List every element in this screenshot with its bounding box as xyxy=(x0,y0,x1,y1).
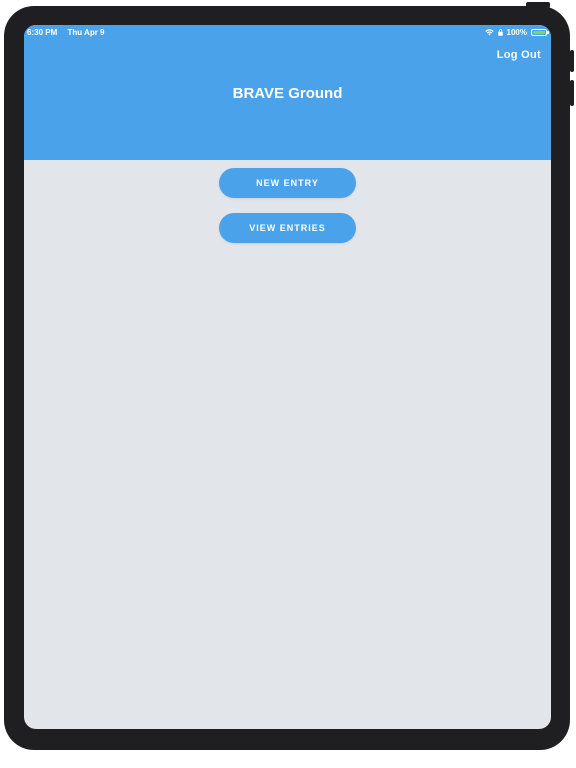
battery-percentage: 100% xyxy=(506,28,527,37)
volume-down-hardware-button xyxy=(570,80,574,106)
app-screen: 6:30 PM Thu Apr 9 100% Log Out BRAVE Gro… xyxy=(24,25,551,729)
view-entries-button[interactable]: VIEW ENTRIES xyxy=(219,213,356,243)
status-time: 6:30 PM xyxy=(27,28,58,37)
page-title: BRAVE Ground xyxy=(232,85,343,102)
wifi-icon xyxy=(484,29,494,36)
battery-nub xyxy=(547,31,549,34)
status-bar: 6:30 PM Thu Apr 9 100% xyxy=(24,25,551,41)
status-date: Thu Apr 9 xyxy=(67,28,105,37)
app-header: 6:30 PM Thu Apr 9 100% Log Out BRAVE Gro… xyxy=(24,25,551,160)
volume-up-hardware-button xyxy=(570,50,574,72)
status-left: 6:30 PM Thu Apr 9 xyxy=(27,28,113,37)
logout-button[interactable]: Log Out xyxy=(497,49,541,61)
status-right: 100% xyxy=(484,28,549,37)
battery-icon xyxy=(531,29,549,36)
new-entry-button[interactable]: NEW ENTRY xyxy=(219,168,356,198)
orientation-lock-icon xyxy=(497,29,503,36)
battery-fill xyxy=(533,31,545,34)
